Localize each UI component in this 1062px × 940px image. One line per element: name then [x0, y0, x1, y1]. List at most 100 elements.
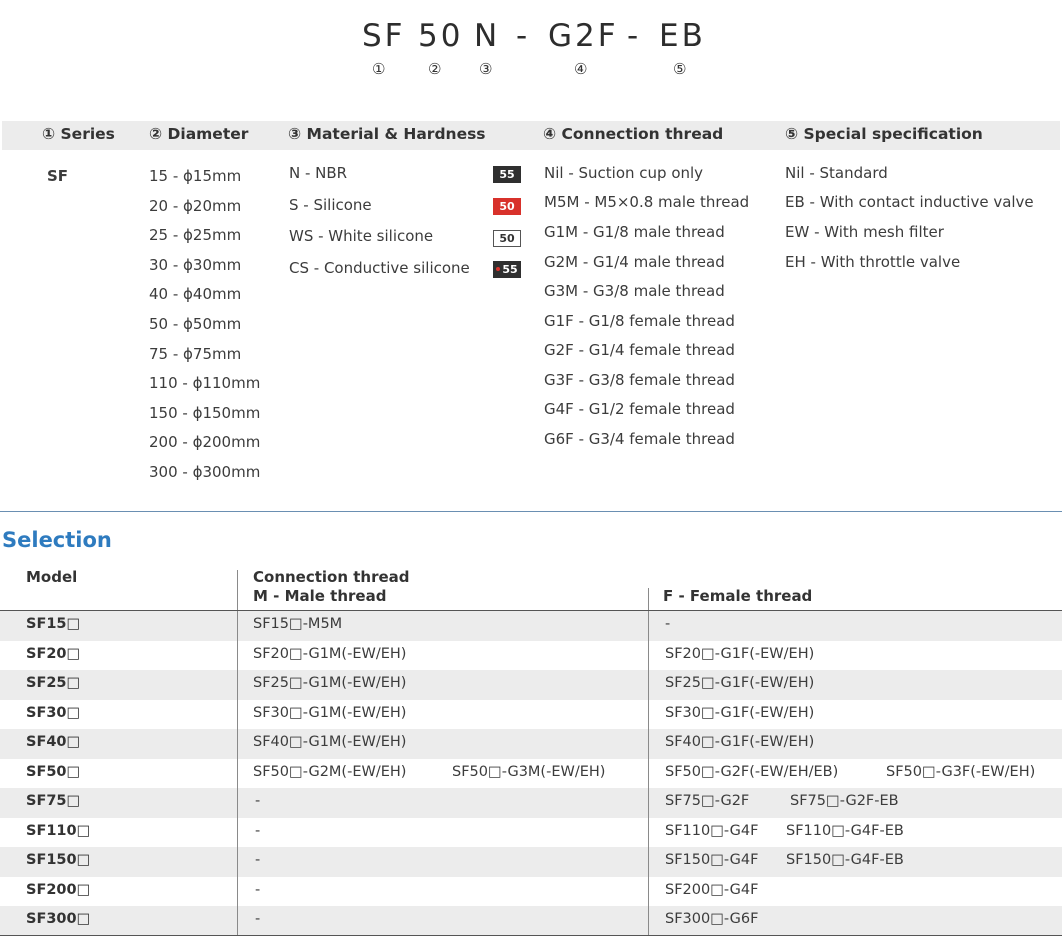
legend-header-thread: ④ Connection thread [543, 125, 724, 143]
code-number-2: ② [428, 60, 442, 78]
table-row: SF25□ SF25□-G1M(-EW/EH) SF25□-G1F(-EW/EH… [0, 670, 1062, 700]
male-cell: - [255, 852, 261, 868]
model-cell: SF300□ [26, 911, 91, 927]
table-row: SF110□ - SF110□-G4F SF110□-G4F-EB [0, 818, 1062, 848]
code-number-4: ④ [574, 60, 588, 78]
special-item: EW - With mesh filter [785, 223, 944, 241]
female-cell: SF75□-G2F [665, 793, 750, 809]
male-cell: SF20□-G1M(-EW/EH) [253, 646, 407, 662]
female-cell: SF20□-G1F(-EW/EH) [665, 646, 815, 662]
legend-header: ① Series ② Diameter ③ Material & Hardnes… [2, 121, 1060, 150]
table-bottom-rule [0, 935, 1062, 936]
diameter-item: 300 - ϕ300mm [149, 463, 261, 481]
hardness-badge: 50 [493, 230, 521, 247]
diameter-item: 50 - ϕ50mm [149, 315, 242, 333]
code-thread: G2F [548, 18, 619, 54]
male-cell: SF25□-G1M(-EW/EH) [253, 675, 407, 691]
table-row: SF200□ - SF200□-G4F [0, 877, 1062, 907]
section-divider [0, 511, 1062, 512]
header-male: M - Male thread [253, 587, 387, 605]
special-item: Nil - Standard [785, 164, 888, 182]
diameter-item: 75 - ϕ75mm [149, 345, 242, 363]
table-row: SF30□ SF30□-G1M(-EW/EH) SF30□-G1F(-EW/EH… [0, 700, 1062, 730]
header-divider-1 [237, 570, 238, 610]
hardness-badge: 55 [493, 166, 521, 183]
table-row: SF15□ SF15□-M5M - [0, 611, 1062, 641]
hardness-badge-conductive: 55 [493, 261, 521, 278]
thread-item: G3F - G3/8 female thread [544, 371, 735, 389]
selection-title: Selection [2, 528, 112, 552]
header-female: F - Female thread [663, 587, 813, 605]
table-row: SF300□ - SF300□-G6F [0, 906, 1062, 936]
female-cell-alt: SF50□-G3F(-EW/EH) [886, 764, 1036, 780]
part-number-code: SF 50 N - G2F - EB [0, 18, 1062, 58]
female-cell: SF200□-G4F [665, 882, 759, 898]
thread-item: G6F - G3/4 female thread [544, 430, 735, 448]
thread-item: G2M - G1/4 male thread [544, 253, 725, 271]
material-item: CS - Conductive silicone [289, 259, 470, 277]
female-cell: SF25□-G1F(-EW/EH) [665, 675, 815, 691]
diameter-item: 25 - ϕ25mm [149, 226, 242, 244]
female-cell-alt: SF150□-G4F-EB [786, 852, 904, 868]
female-cell: SF150□-G4F [665, 852, 759, 868]
table-row: SF40□ SF40□-G1M(-EW/EH) SF40□-G1F(-EW/EH… [0, 729, 1062, 759]
model-cell: SF20□ [26, 646, 81, 662]
conductive-dot-icon [496, 267, 500, 271]
header-connection: Connection thread [253, 568, 410, 586]
male-cell: SF50□-G2M(-EW/EH) [253, 764, 407, 780]
special-item: EB - With contact inductive valve [785, 193, 1034, 211]
diameter-item: 20 - ϕ20mm [149, 197, 242, 215]
model-cell: SF110□ [26, 823, 91, 839]
material-item: WS - White silicone [289, 227, 434, 245]
material-item: N - NBR [289, 164, 348, 182]
table-row: SF20□ SF20□-G1M(-EW/EH) SF20□-G1F(-EW/EH… [0, 641, 1062, 671]
female-cell-alt: SF75□-G2F-EB [790, 793, 899, 809]
male-cell: - [255, 882, 261, 898]
male-cell-alt: SF50□-G3M(-EW/EH) [452, 764, 606, 780]
header-divider-2 [648, 588, 649, 610]
legend-header-series: ① Series [42, 125, 115, 143]
legend-header-diameter: ② Diameter [149, 125, 249, 143]
male-cell: - [255, 793, 261, 809]
diameter-item: 15 - ϕ15mm [149, 167, 242, 185]
male-cell: - [255, 911, 261, 927]
diameter-item: 30 - ϕ30mm [149, 256, 242, 274]
female-cell: SF30□-G1F(-EW/EH) [665, 705, 815, 721]
male-cell: - [255, 823, 261, 839]
thread-item: G4F - G1/2 female thread [544, 400, 735, 418]
model-cell: SF15□ [26, 616, 81, 632]
code-series: SF [362, 18, 406, 54]
male-cell: SF30□-G1M(-EW/EH) [253, 705, 407, 721]
female-cell: SF110□-G4F [665, 823, 759, 839]
table-row: SF50□ SF50□-G2M(-EW/EH) SF50□-G3M(-EW/EH… [0, 759, 1062, 789]
model-cell: SF25□ [26, 675, 81, 691]
male-cell: SF15□-M5M [253, 616, 343, 632]
code-number-5: ⑤ [673, 60, 687, 78]
female-cell: SF300□-G6F [665, 911, 759, 927]
thread-item: M5M - M5×0.8 male thread [544, 193, 750, 211]
code-special: EB [659, 18, 706, 54]
thread-item: G3M - G3/8 male thread [544, 282, 725, 300]
hardness-badge: 50 [493, 198, 521, 215]
code-dash-2: - [627, 18, 642, 54]
thread-item: G1M - G1/8 male thread [544, 223, 725, 241]
thread-item: Nil - Suction cup only [544, 164, 704, 182]
model-cell: SF50□ [26, 764, 81, 780]
model-cell: SF40□ [26, 734, 81, 750]
female-cell: SF50□-G2F(-EW/EH/EB) [665, 764, 839, 780]
code-number-1: ① [372, 60, 386, 78]
code-diameter: 50 [418, 18, 464, 54]
male-cell: SF40□-G1M(-EW/EH) [253, 734, 407, 750]
model-cell: SF30□ [26, 705, 81, 721]
code-material: N [474, 18, 501, 54]
model-cell: SF200□ [26, 882, 91, 898]
header-model: Model [26, 568, 78, 586]
series-value: SF [47, 167, 69, 185]
diameter-item: 110 - ϕ110mm [149, 374, 261, 392]
special-item: EH - With throttle valve [785, 253, 961, 271]
diameter-item: 150 - ϕ150mm [149, 404, 261, 422]
code-dash-1: - [516, 18, 531, 54]
column-divider-1 [237, 611, 238, 936]
material-item: S - Silicone [289, 196, 372, 214]
table-row: SF150□ - SF150□-G4F SF150□-G4F-EB [0, 847, 1062, 877]
